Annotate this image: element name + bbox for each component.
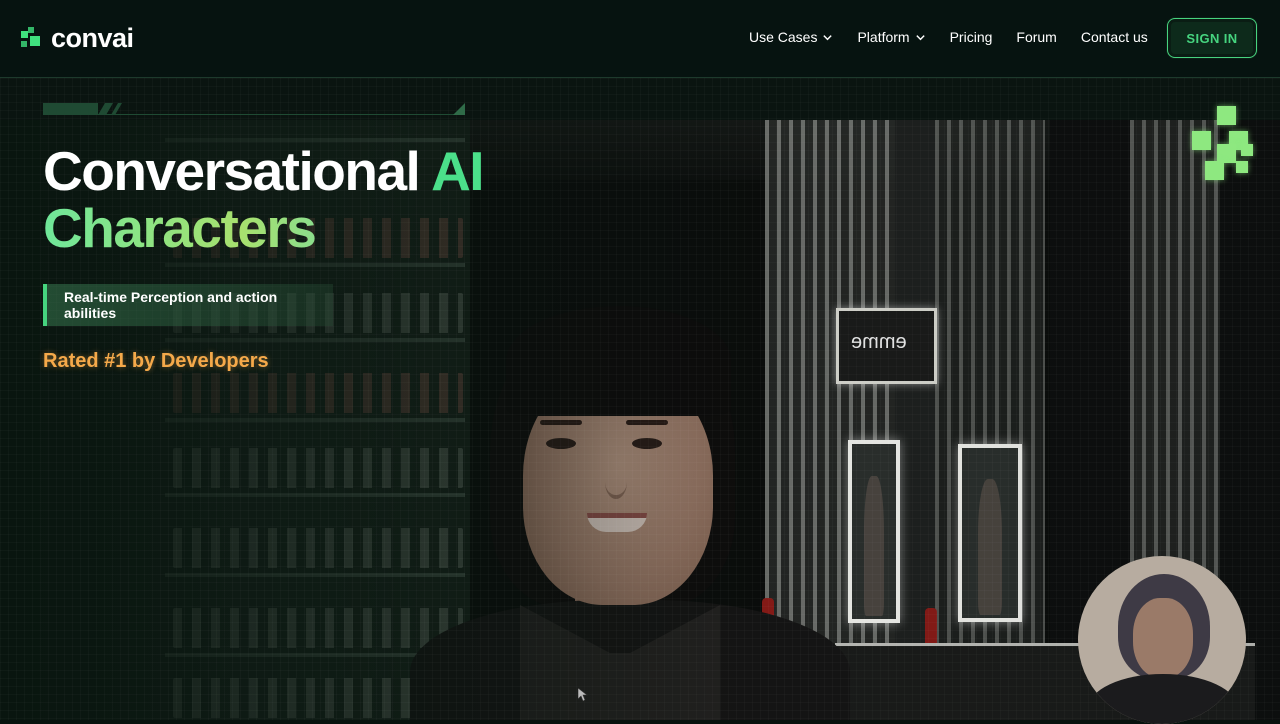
pixel-logo-icon <box>1192 106 1260 180</box>
chevron-down-icon <box>823 34 833 40</box>
logo-text: convai <box>51 23 134 53</box>
rated-tagline: Rated #1 by Developers <box>43 350 269 372</box>
feature-highlight: Real-time Perception and action abilitie… <box>43 284 333 326</box>
nav-forum-label: Forum <box>1016 29 1057 45</box>
nav-platform[interactable]: Platform <box>857 29 925 45</box>
nav-pricing-label: Pricing <box>949 29 993 45</box>
hero-title-ai: AI <box>431 140 485 202</box>
cursor-icon <box>578 688 588 702</box>
convai-logo[interactable]: convai <box>21 23 134 53</box>
nav-contact-us-label: Contact us <box>1080 29 1148 45</box>
feature-text: Real-time Perception and action abilitie… <box>64 289 278 321</box>
main-nav: Use Cases Platform Pricing Forum Contact… <box>749 29 1172 45</box>
decorative-bar <box>43 103 465 115</box>
nav-platform-label: Platform <box>857 29 910 45</box>
webcam-avatar <box>1078 556 1246 724</box>
chevron-down-icon <box>915 34 925 40</box>
nav-use-cases-label: Use Cases <box>749 29 818 45</box>
logo-mark-icon <box>21 27 45 49</box>
nav-pricing[interactable]: Pricing <box>950 29 993 45</box>
top-nav-bar: convai Use Cases Platform Pricing Forum … <box>0 0 1280 78</box>
hero-title-part1: Conversational <box>43 140 432 202</box>
hero-title: Conversational AI Characters <box>43 140 485 257</box>
hero-title-line2: Characters <box>43 200 483 257</box>
nav-use-cases[interactable]: Use Cases <box>749 29 833 45</box>
sign-in-button[interactable]: SIGN IN <box>1167 18 1257 58</box>
nav-forum[interactable]: Forum <box>1016 29 1056 45</box>
nav-contact-us[interactable]: Contact us <box>1081 29 1148 45</box>
